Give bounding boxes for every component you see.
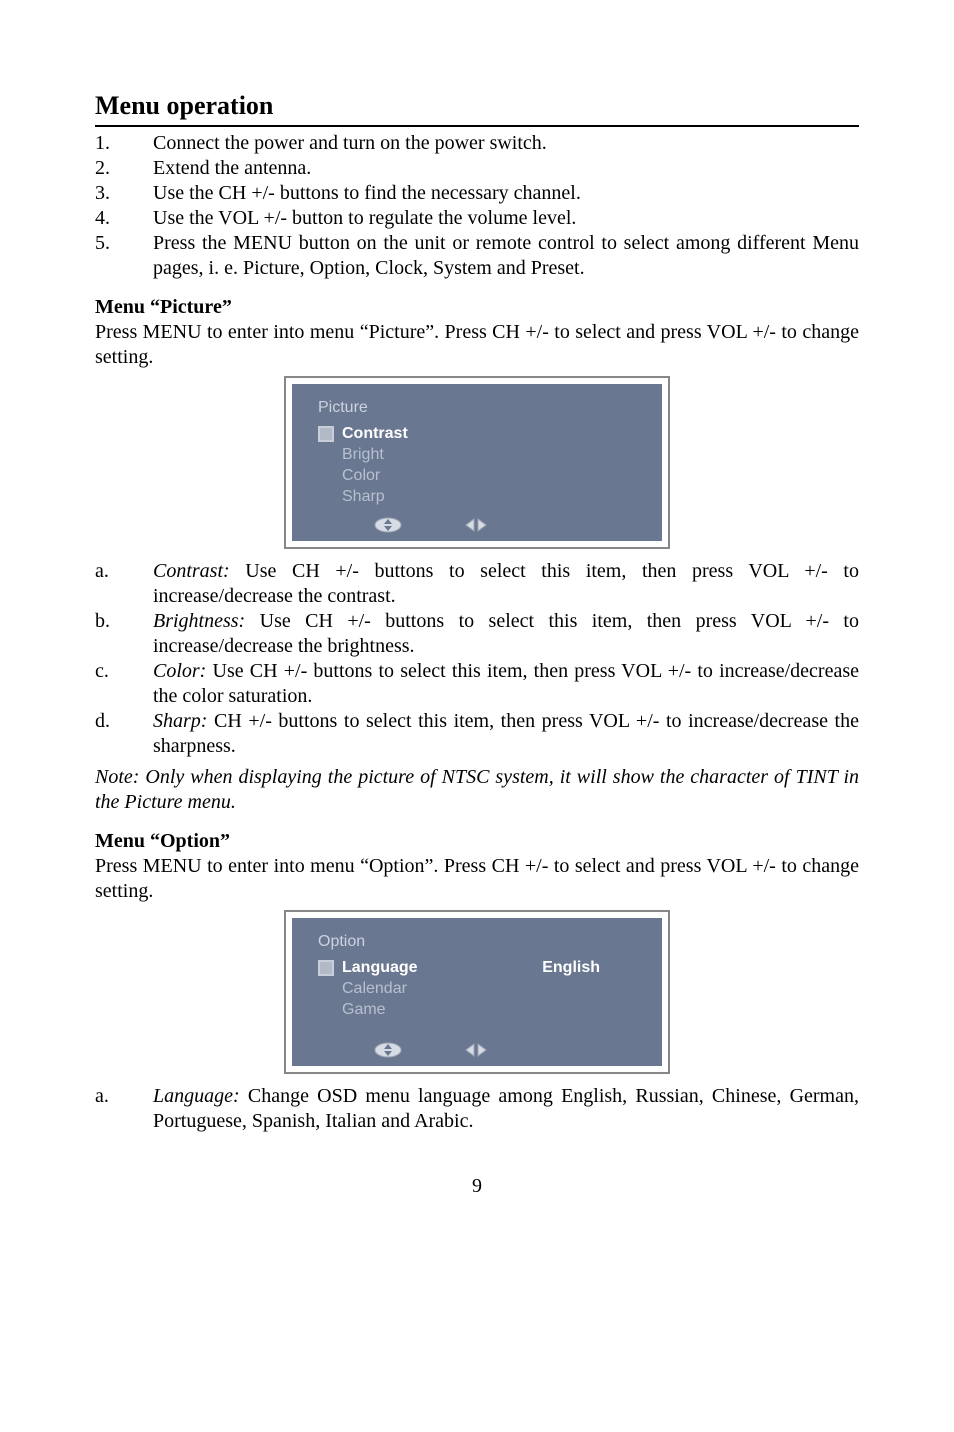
letter: c. (95, 659, 153, 709)
desc: Use CH +/- buttons to select this item, … (153, 610, 859, 657)
page-heading: Menu operation (95, 90, 859, 127)
picture-item-d: d.Sharp: CH +/- buttons to select this i… (95, 709, 859, 759)
step-text: Use the VOL +/- button to regulate the v… (153, 206, 859, 231)
osd-item-color[interactable]: Color (318, 466, 640, 486)
step-num: 1. (95, 131, 153, 156)
osd-nav-icons (314, 517, 640, 533)
updown-arrows-icon (374, 1042, 402, 1058)
step-text: Connect the power and turn on the power … (153, 131, 859, 156)
step-text: Use the CH +/- buttons to find the neces… (153, 181, 859, 206)
option-item-a: a.Language: Change OSD menu language amo… (95, 1084, 859, 1134)
letter: a. (95, 1084, 153, 1134)
picture-note: Note: Only when displaying the picture o… (95, 765, 859, 815)
letter: b. (95, 609, 153, 659)
numbered-steps: 1.Connect the power and turn on the powe… (95, 131, 859, 281)
step-3: 3.Use the CH +/- buttons to find the nec… (95, 181, 859, 206)
term: Language: (153, 1085, 240, 1107)
selection-marker-icon (318, 960, 334, 976)
osd-item-label: Calendar (342, 979, 407, 999)
step-1: 1.Connect the power and turn on the powe… (95, 131, 859, 156)
osd-item-label: Game (342, 1000, 386, 1020)
osd-item-value: English (542, 958, 640, 978)
osd-items: Contrast Bright Color Sharp (318, 424, 640, 507)
step-5: 5.Press the MENU button on the unit or r… (95, 231, 859, 281)
osd-item-label: Contrast (342, 424, 408, 444)
step-num: 5. (95, 231, 153, 281)
option-lettered-list: a.Language: Change OSD menu language amo… (95, 1084, 859, 1134)
step-num: 3. (95, 181, 153, 206)
letter-text: Color: Use CH +/- buttons to select this… (153, 659, 859, 709)
term: Color: (153, 660, 206, 682)
term: Brightness: (153, 610, 245, 632)
letter: a. (95, 559, 153, 609)
osd-item-label: Sharp (342, 487, 385, 507)
osd-item-label: Language (342, 958, 418, 978)
picture-item-a: a.Contrast: Use CH +/- buttons to select… (95, 559, 859, 609)
page-number: 9 (95, 1174, 859, 1199)
step-2: 2.Extend the antenna. (95, 156, 859, 181)
osd-item-contrast[interactable]: Contrast (318, 424, 640, 444)
osd-item-label: Color (342, 466, 380, 486)
picture-item-c: c.Color: Use CH +/- buttons to select th… (95, 659, 859, 709)
osd-item-sharp[interactable]: Sharp (318, 487, 640, 507)
osd-title: Option (318, 932, 640, 952)
osd-item-bright[interactable]: Bright (318, 445, 640, 465)
step-4: 4.Use the VOL +/- button to regulate the… (95, 206, 859, 231)
osd-panel: Picture Contrast Bright Color Sharp (292, 384, 662, 541)
updown-arrows-icon (374, 517, 402, 533)
letter-text: Sharp: CH +/- buttons to select this ite… (153, 709, 859, 759)
osd-item-language[interactable]: Language English (318, 958, 640, 978)
osd-panel: Option Language English Calendar Game (292, 918, 662, 1066)
desc: Change OSD menu language among English, … (153, 1085, 859, 1132)
desc: Use CH +/- buttons to select this item, … (153, 660, 859, 707)
osd-frame: Option Language English Calendar Game (284, 910, 670, 1074)
leftright-arrows-icon (462, 1042, 490, 1058)
osd-items: Language English Calendar Game (318, 958, 640, 1020)
menu-picture-title: Menu “Picture” (95, 295, 859, 320)
osd-item-calendar[interactable]: Calendar (318, 979, 640, 999)
desc: CH +/- buttons to select this item, then… (153, 710, 859, 757)
letter-text: Contrast: Use CH +/- buttons to select t… (153, 559, 859, 609)
desc: Use CH +/- buttons to select this item, … (153, 560, 859, 607)
term: Sharp: (153, 710, 207, 732)
leftright-arrows-icon (462, 517, 490, 533)
osd-item-label: Bright (342, 445, 384, 465)
menu-picture-intro: Press MENU to enter into menu “Picture”.… (95, 320, 859, 370)
menu-option-intro: Press MENU to enter into menu “Option”. … (95, 854, 859, 904)
osd-frame: Picture Contrast Bright Color Sharp (284, 376, 670, 549)
selection-marker-icon (318, 426, 334, 442)
letter-text: Language: Change OSD menu language among… (153, 1084, 859, 1134)
term: Contrast: (153, 560, 230, 582)
step-text: Extend the antenna. (153, 156, 859, 181)
menu-option-figure: Option Language English Calendar Game (95, 910, 859, 1074)
step-num: 2. (95, 156, 153, 181)
menu-picture-figure: Picture Contrast Bright Color Sharp (95, 376, 859, 549)
picture-item-b: b.Brightness: Use CH +/- buttons to sele… (95, 609, 859, 659)
letter: d. (95, 709, 153, 759)
osd-title: Picture (318, 398, 640, 418)
step-num: 4. (95, 206, 153, 231)
osd-nav-icons (314, 1042, 640, 1058)
osd-item-game[interactable]: Game (318, 1000, 640, 1020)
menu-option-title: Menu “Option” (95, 829, 859, 854)
step-text: Press the MENU button on the unit or rem… (153, 231, 859, 281)
letter-text: Brightness: Use CH +/- buttons to select… (153, 609, 859, 659)
picture-lettered-list: a.Contrast: Use CH +/- buttons to select… (95, 559, 859, 759)
